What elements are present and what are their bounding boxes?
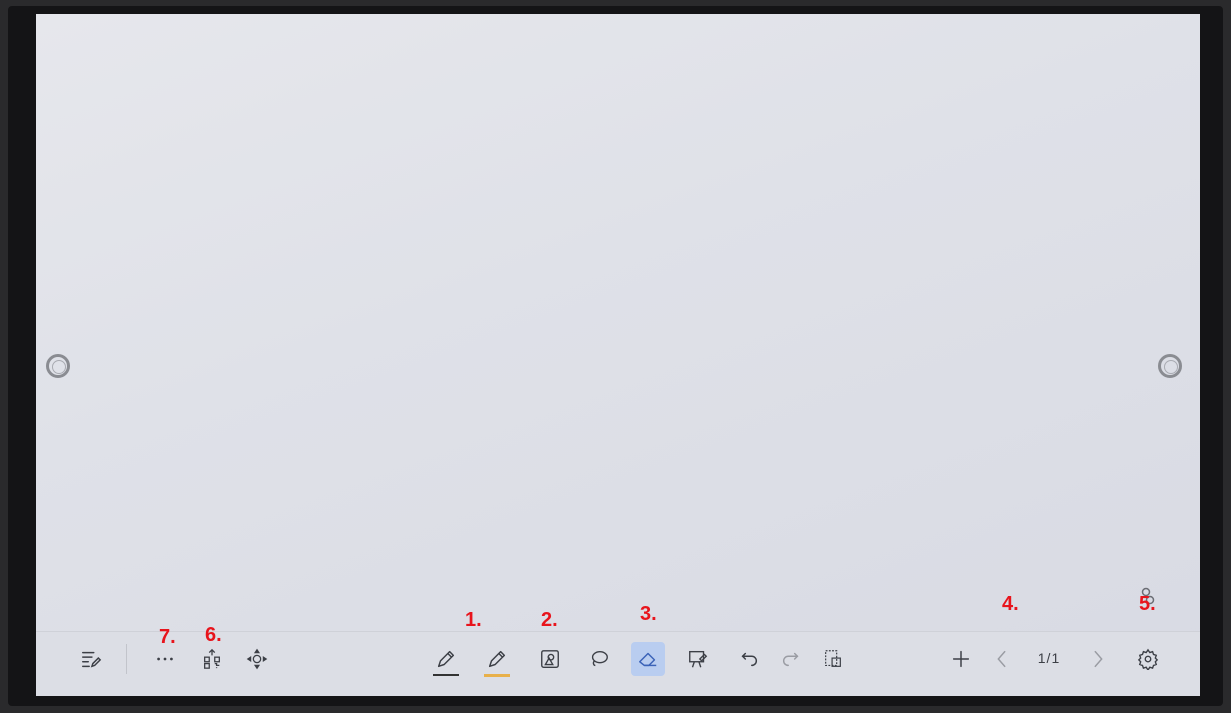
chevron-left-icon (997, 650, 1006, 668)
annotation-4: 4. (1002, 593, 1019, 615)
toolbar-divider (126, 644, 127, 674)
gear-icon (1137, 648, 1159, 670)
share-qr-button[interactable] (195, 642, 229, 676)
annotation-2: 2. (541, 609, 558, 631)
add-page-button[interactable] (944, 642, 978, 676)
redo-button[interactable] (774, 642, 808, 676)
insert-board-button[interactable] (681, 642, 715, 676)
pen-color-indicator (433, 674, 459, 676)
next-page-button[interactable] (1081, 642, 1115, 676)
undo-button[interactable] (732, 642, 766, 676)
prev-page-button[interactable] (985, 642, 1019, 676)
highlighter-icon (488, 650, 506, 668)
annotation-1: 1. (465, 609, 482, 631)
plus-icon (952, 650, 970, 668)
shapes-button[interactable] (533, 642, 567, 676)
redo-icon (783, 652, 799, 667)
move-canvas-button[interactable] (240, 642, 274, 676)
settings-button[interactable] (1131, 642, 1165, 676)
annotation-6: 6. (205, 624, 222, 646)
eraser-button[interactable] (631, 642, 665, 676)
ellipsis-icon (157, 657, 173, 661)
qr-share-icon (204, 648, 220, 669)
page-indicator: 1/1 (1037, 650, 1061, 666)
clipboard-icon (825, 650, 841, 667)
whiteboard-screen: 1/1 (36, 14, 1200, 696)
annotation-5: 5. (1139, 593, 1156, 615)
clipboard-button[interactable] (816, 642, 850, 676)
annotation-7: 7. (159, 626, 176, 648)
left-side-handle[interactable] (46, 354, 70, 378)
board-icon (689, 650, 708, 668)
pen-icon (437, 650, 455, 668)
right-side-handle[interactable] (1158, 354, 1182, 378)
annotation-3: 3. (640, 603, 657, 625)
eraser-icon (639, 652, 657, 667)
highlighter-color-indicator (484, 674, 510, 677)
lasso-icon (591, 650, 608, 667)
undo-icon (741, 652, 757, 667)
lasso-select-button[interactable] (582, 642, 616, 676)
shapes-icon (541, 650, 559, 668)
move-arrows-icon (246, 648, 268, 670)
list-edit-icon (82, 651, 102, 668)
pen-button[interactable] (429, 642, 463, 676)
chevron-right-icon (1094, 650, 1103, 668)
exit-whiteboard-button[interactable] (74, 642, 108, 676)
highlighter-button[interactable] (480, 642, 514, 676)
